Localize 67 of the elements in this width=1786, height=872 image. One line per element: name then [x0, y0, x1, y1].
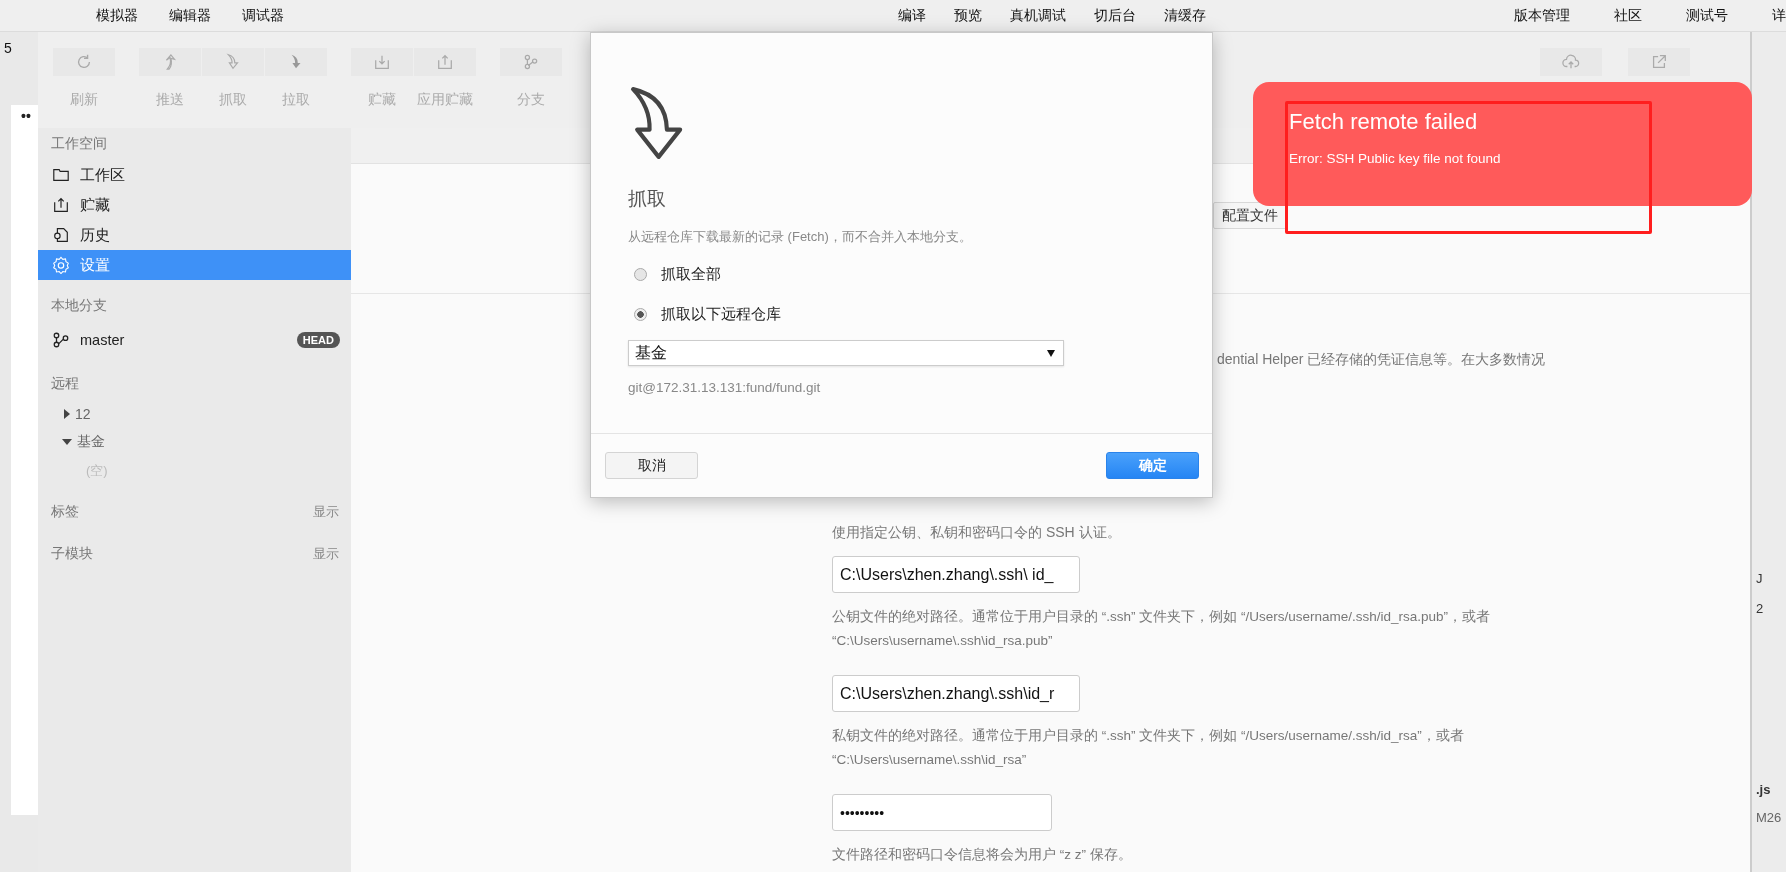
- head-badge: HEAD: [296, 332, 340, 348]
- remote-dropdown[interactable]: 基金: [628, 340, 1064, 366]
- menu-item[interactable]: 详: [1772, 6, 1786, 25]
- cloud-upload-icon: [1562, 53, 1580, 71]
- tree-item[interactable]: 12: [38, 400, 351, 428]
- help-text: “C:\Users\username\.ssh\id_rsa”: [832, 751, 1028, 769]
- section-title: 子模块: [51, 545, 93, 563]
- menu-item[interactable]: 切后台: [1093, 6, 1136, 25]
- help-text: “C:\Users\username\.ssh\id_rsa.pub”: [832, 632, 1054, 650]
- menu-item[interactable]: 调试器: [242, 6, 284, 25]
- dialog-title: 抓取: [628, 187, 666, 211]
- branch-icon: [52, 331, 70, 349]
- path-input[interactable]: •••••••••: [832, 794, 1052, 831]
- help-text: 文件路径和密码口令信息将会为用户 “z z” 保存。: [832, 846, 1132, 864]
- path-input[interactable]: C:\Users\zhen.zhang\.ssh\id_r: [832, 675, 1080, 712]
- background-text: J: [1756, 570, 1763, 588]
- remote-url: git@172.31.13.131:fund/fund.git: [628, 379, 821, 397]
- sidebar-item[interactable]: 贮藏: [38, 190, 351, 220]
- description-text: dential Helper 已经存储的凭证信息等。在大多数情况: [1217, 350, 1546, 369]
- external-link-icon: [1650, 53, 1668, 71]
- menu-item[interactable]: 编译: [897, 6, 926, 25]
- help-text: 私钥文件的绝对路径。通常位于用户目录的 “.ssh” 文件夹下，例如 “/Users/username/.ssh/id_rsa”，或者: [832, 727, 1464, 745]
- menu-item[interactable]: 社区: [1614, 6, 1642, 25]
- folder-icon: [52, 166, 70, 184]
- radio-option[interactable]: 抓取全部: [628, 260, 721, 288]
- menu-item[interactable]: 编辑器: [169, 6, 211, 25]
- expand-arrow-icon[interactable]: [64, 409, 70, 419]
- menu-item[interactable]: 模拟器: [96, 6, 138, 25]
- tray-arrow-down-icon: [373, 53, 391, 71]
- menu-item[interactable]: 预览: [953, 6, 982, 25]
- section-title: 工作空间: [51, 135, 107, 153]
- menu-item[interactable]: 真机调试: [1009, 6, 1066, 25]
- expand-arrow-icon[interactable]: [62, 439, 72, 445]
- curved-arrow-down-icon: [224, 53, 242, 71]
- radio-option[interactable]: 抓取以下远程仓库: [628, 300, 781, 328]
- section-title: 远程: [51, 375, 79, 393]
- editor-text: ••: [20, 107, 32, 123]
- radio-button[interactable]: [634, 267, 647, 281]
- sidebar-item[interactable]: 历史: [38, 220, 351, 250]
- toast-message: Error: SSH Public key file not found: [1289, 150, 1501, 168]
- description-text: 使用指定公钥、私钥和密码口令的 SSH 认证。: [832, 523, 1121, 542]
- tray-arrow-up-icon: [52, 196, 70, 214]
- settings-icon: [52, 256, 70, 274]
- cancel-button[interactable]: 取消: [605, 452, 698, 479]
- tray-arrow-up-icon: [436, 53, 454, 71]
- background-text: M26: [1756, 809, 1782, 827]
- menu-item[interactable]: 清缓存: [1163, 6, 1206, 25]
- background-text: .js: [1756, 781, 1771, 799]
- section-title: 标签: [51, 503, 79, 521]
- menu-item[interactable]: 测试号: [1686, 6, 1728, 25]
- path-input[interactable]: C:\Users\zhen.zhang\.ssh\ id_: [832, 556, 1080, 593]
- sidebar-item[interactable]: 工作区: [38, 160, 351, 190]
- toast-title: Fetch remote failed: [1289, 108, 1478, 136]
- radio-button[interactable]: [634, 307, 647, 321]
- branch-icon: [522, 53, 540, 71]
- section-title: 本地分支: [51, 297, 107, 315]
- menu-item[interactable]: 版本管理: [1514, 6, 1570, 25]
- refresh-icon: [75, 53, 93, 71]
- background-text: 2: [1756, 600, 1764, 618]
- document-clock-icon: [52, 226, 70, 244]
- help-text: 公钥文件的绝对路径。通常位于用户目录的 “.ssh” 文件夹下，例如 “/Users/username/.ssh/id_rsa.pub”，或者: [832, 608, 1491, 626]
- dialog-description: 从远程仓库下载最新的记录 (Fetch)，而不合并入本地分支。: [628, 228, 972, 246]
- tree-item[interactable]: 基金: [38, 428, 351, 456]
- line-number: 5: [3, 39, 13, 58]
- sidebar-item[interactable]: master HEAD: [38, 322, 351, 358]
- dropdown-arrow-icon: [1047, 349, 1055, 357]
- config-file-button[interactable]: 配置文件: [1213, 202, 1287, 229]
